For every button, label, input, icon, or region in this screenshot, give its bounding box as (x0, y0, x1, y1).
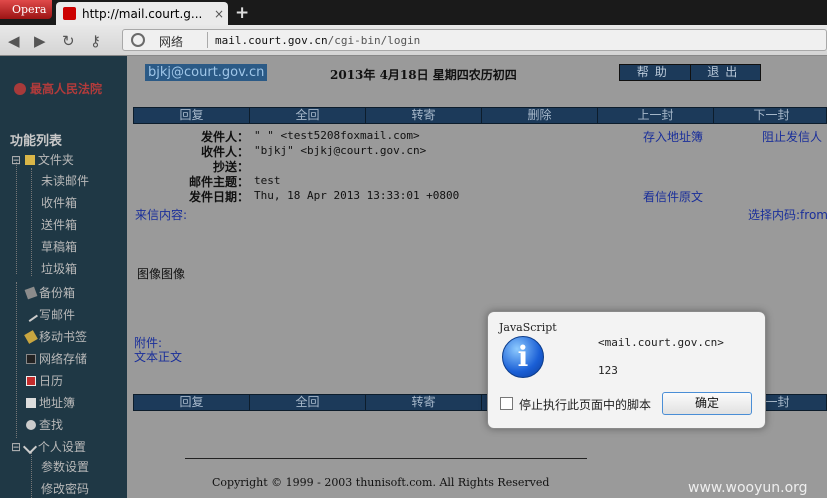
delete-button[interactable]: 删除 (482, 108, 598, 123)
sidebar-item-trash[interactable]: 垃圾箱 (41, 260, 77, 277)
date-display: 2013年 4月18日 星期四农历初四 (330, 68, 517, 82)
key-icon[interactable]: ⚷ (90, 32, 101, 50)
from-value: " " <test5208foxmail.com> (254, 129, 420, 142)
reply-button[interactable]: 回复 (134, 395, 250, 410)
folder-icon (24, 155, 35, 165)
url-divider (207, 32, 208, 48)
tab-bar: Opera http://mail.court.g... × + (0, 0, 827, 25)
addressbook-icon (26, 398, 36, 408)
reply-button[interactable]: 回复 (134, 108, 250, 123)
user-email: bjkj@court.gov.cn (145, 64, 268, 81)
dialog-title: JavaScript (499, 321, 557, 334)
forward-button[interactable]: 转寄 (366, 395, 482, 410)
subject-value: test (254, 174, 281, 187)
tab-close-icon[interactable]: × (214, 7, 224, 21)
charset-select[interactable]: 选择内码:from (748, 206, 827, 223)
wrench-icon (22, 439, 37, 455)
sidebar-item-personal-settings[interactable]: ⊟ 个人设置 (11, 438, 86, 455)
url-path: /cgi-bin/login (327, 34, 421, 47)
mail-view: bjkj@court.gov.cn 2013年 4月18日 星期四农历初四 帮助… (127, 56, 827, 498)
add-to-addressbook-link[interactable]: 存入地址簿 (643, 128, 703, 145)
browser-tab[interactable]: http://mail.court.g... (56, 2, 228, 25)
court-logo: 最高人民法院 (14, 80, 102, 97)
opera-menu-button[interactable]: Opera (0, 0, 52, 19)
action-bar-top: 回复 全回 转寄 删除 上一封 下一封 (133, 107, 827, 124)
stop-scripts-checkbox[interactable] (500, 397, 513, 410)
sidebar-item-unread[interactable]: 未读邮件 (41, 172, 89, 189)
reply-all-button[interactable]: 全回 (250, 395, 366, 410)
tree-line (16, 282, 17, 438)
mail-body-text: 图像图像 (137, 267, 186, 281)
copyright-text: Copyright © 1999 - 2003 thunisoft.com. A… (212, 476, 550, 489)
stop-scripts-label[interactable]: 停止执行此页面中的脚本 (519, 396, 651, 413)
sidebar-item-sent[interactable]: 送件箱 (41, 216, 77, 233)
reload-icon[interactable]: ↻ (62, 32, 75, 50)
page-content: 最高人民法院 功能列表 ⊟ 文件夹 未读邮件 收件箱 送件箱 草稿箱 垃圾箱 备… (0, 56, 827, 498)
sidebar-item-backup[interactable]: 备份箱 (24, 284, 75, 301)
dialog-host: <mail.court.gov.cn> (598, 336, 724, 349)
dialog-message: 123 (598, 364, 618, 377)
sidebar-item-change-password[interactable]: 修改密码 (41, 480, 89, 497)
security-zone-label: 网络 (159, 35, 184, 49)
pen-icon (24, 308, 38, 322)
sidebar-item-search[interactable]: 查找 (26, 416, 63, 433)
reply-all-button[interactable]: 全回 (250, 108, 366, 123)
sidebar-item-addressbook[interactable]: 地址簿 (26, 394, 75, 411)
address-bar: ◀ ▶ ↻ ⚷ 网络 mail.court.gov.cn/cgi-bin/log… (0, 25, 827, 56)
info-icon: i (502, 336, 544, 378)
to-value: "bjkj" <bjkj@court.gov.cn> (254, 144, 427, 157)
date-label: 发件日期： (188, 190, 249, 204)
view-source-link[interactable]: 看信件原文 (643, 188, 703, 205)
tab-title: http://mail.court.g... (82, 7, 203, 21)
sidebar-item-folders[interactable]: ⊟ 文件夹 (11, 151, 74, 168)
back-icon[interactable]: ◀ (8, 32, 20, 50)
tree-line (31, 452, 32, 498)
date-value: Thu, 18 Apr 2013 13:33:01 +0800 (254, 189, 460, 202)
tree-line (16, 162, 17, 274)
collapse-icon[interactable]: ⊟ (11, 440, 21, 454)
next-button[interactable]: 下一封 (714, 108, 827, 123)
sidebar-title: 功能列表 (10, 134, 63, 149)
footer-divider (185, 458, 587, 459)
storage-icon (26, 354, 36, 364)
new-tab-button[interactable]: + (235, 3, 249, 23)
sidebar-item-calendar[interactable]: 日历 (26, 372, 63, 389)
sidebar-item-inbox[interactable]: 收件箱 (41, 194, 77, 211)
block-sender-link[interactable]: 阻止发信人 (762, 128, 822, 145)
help-button[interactable]: 帮助 (620, 65, 690, 80)
collapse-icon[interactable]: ⊟ (11, 153, 21, 167)
attachment-link[interactable]: 文本正文 (134, 348, 182, 365)
url-host: mail.court.gov.cn (215, 34, 328, 47)
url-text: mail.court.gov.cn/cgi-bin/login (215, 34, 420, 47)
sidebar-item-compose[interactable]: 写邮件 (24, 306, 75, 323)
backup-icon (24, 286, 38, 300)
calendar-icon (26, 376, 36, 386)
bookmark-icon (24, 330, 38, 344)
sidebar-item-bookmarks[interactable]: 移动书签 (24, 328, 87, 345)
content-label: 来信内容: (135, 208, 188, 222)
forward-button[interactable]: 转寄 (366, 108, 482, 123)
forward-icon[interactable]: ▶ (34, 32, 46, 50)
search-icon (26, 420, 36, 430)
previous-button[interactable]: 上一封 (598, 108, 714, 123)
ok-button[interactable]: 确定 (662, 392, 752, 415)
top-buttons: 帮助 退出 (619, 64, 761, 81)
globe-icon (131, 33, 145, 47)
url-input[interactable]: 网络 mail.court.gov.cn/cgi-bin/login (122, 29, 827, 51)
sidebar-item-storage[interactable]: 网络存储 (26, 350, 87, 367)
watermark: www.wooyun.org (688, 480, 808, 496)
sidebar-item-drafts[interactable]: 草稿箱 (41, 238, 77, 255)
logout-button[interactable]: 退出 (689, 65, 761, 80)
favicon-icon (63, 7, 76, 20)
sidebar: 最高人民法院 功能列表 ⊟ 文件夹 未读邮件 收件箱 送件箱 草稿箱 垃圾箱 备… (0, 56, 127, 498)
javascript-alert-dialog: JavaScript i <mail.court.gov.cn> 123 停止执… (487, 311, 766, 429)
tree-line (31, 168, 32, 276)
emblem-icon (14, 83, 26, 95)
sidebar-item-preferences[interactable]: 参数设置 (41, 458, 89, 475)
